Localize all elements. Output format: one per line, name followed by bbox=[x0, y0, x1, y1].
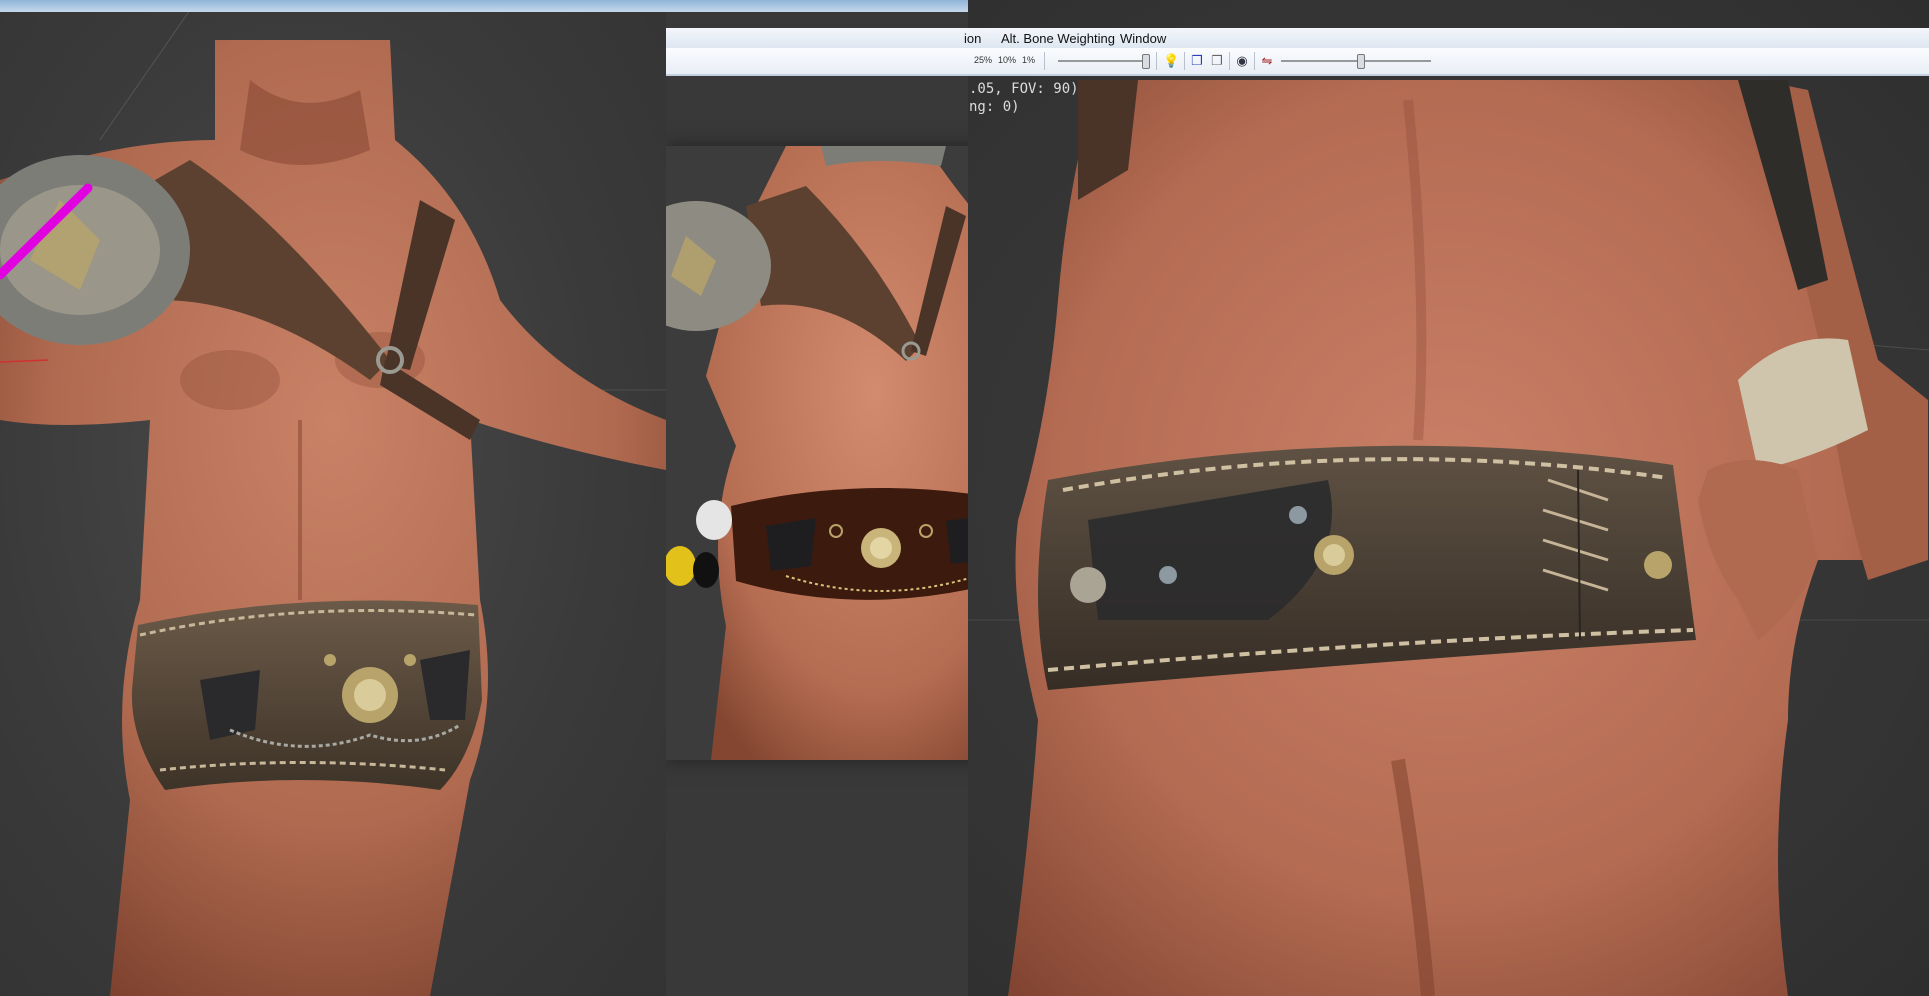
camera-info-text: .05, FOV: 90) bbox=[969, 81, 1079, 97]
texture-preview-frame bbox=[666, 146, 968, 760]
layers-gray-icon[interactable]: ❐ bbox=[1209, 53, 1225, 69]
mirror-icon[interactable]: ⇋ bbox=[1259, 53, 1275, 69]
toolbar-separator bbox=[1184, 52, 1185, 70]
zoom-slider-thumb[interactable] bbox=[1142, 54, 1150, 69]
middle-viewport[interactable] bbox=[666, 0, 968, 996]
zoom-1-button[interactable]: 1% bbox=[1022, 55, 1035, 65]
zoom-slider[interactable] bbox=[1058, 54, 1150, 69]
camera-info-text-2: ng: 0) bbox=[969, 99, 1020, 115]
right-viewport[interactable] bbox=[968, 0, 1929, 996]
toolbar-separator bbox=[1254, 52, 1255, 70]
toolbar-separator bbox=[1044, 52, 1045, 70]
toolbar-separator bbox=[1156, 52, 1157, 70]
character-render-front bbox=[0, 9, 666, 996]
toolbar: 25% 10% 1% 💡 ❐ ❐ ◉ ⇋ bbox=[666, 48, 1929, 76]
yellow-swatch bbox=[666, 546, 696, 586]
eye-icon[interactable]: ◉ bbox=[1234, 53, 1250, 69]
toolbar-separator bbox=[1229, 52, 1230, 70]
menu-item-truncated[interactable]: ion bbox=[964, 31, 981, 46]
window-title-strip bbox=[666, 0, 968, 12]
white-swatch bbox=[696, 500, 732, 540]
menu-item-alt-bone-weighting[interactable]: Alt. Bone Weighting bbox=[1001, 31, 1115, 46]
zoom-25-button[interactable]: 25% bbox=[974, 55, 992, 65]
menu-bar: ion Alt. Bone Weighting Window bbox=[666, 28, 1929, 49]
menu-item-window[interactable]: Window bbox=[1120, 31, 1166, 46]
zoom-10-button[interactable]: 10% bbox=[998, 55, 1016, 65]
character-render-preview bbox=[666, 146, 968, 760]
opacity-slider[interactable] bbox=[1281, 54, 1431, 69]
opacity-slider-thumb[interactable] bbox=[1357, 54, 1365, 69]
light-bulb-icon[interactable]: 💡 bbox=[1163, 53, 1179, 69]
left-viewport[interactable] bbox=[0, 0, 666, 996]
character-render-back bbox=[968, 80, 1929, 996]
window-title-strip bbox=[0, 0, 666, 12]
layers-blue-icon[interactable]: ❐ bbox=[1189, 53, 1205, 69]
